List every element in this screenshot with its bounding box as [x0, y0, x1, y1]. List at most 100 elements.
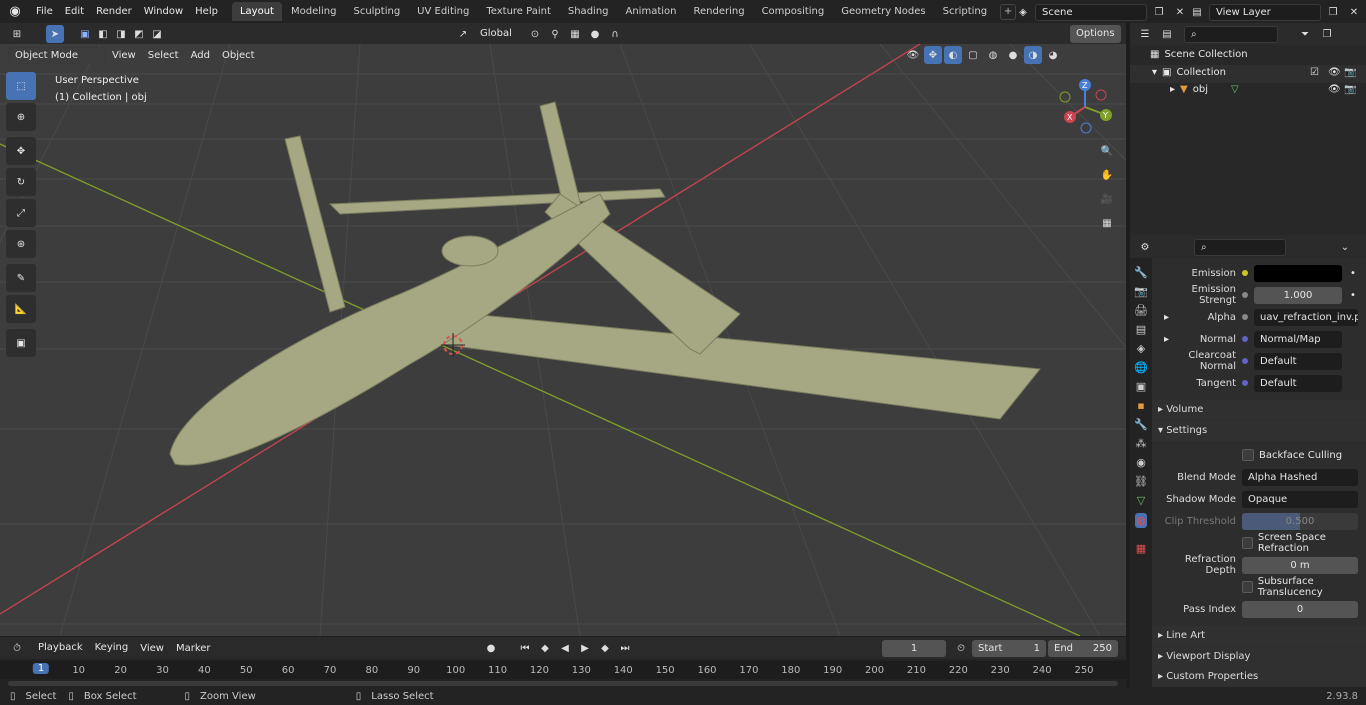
shadow-mode-dropdown[interactable]: Opaque: [1242, 490, 1358, 508]
visibility-icon[interactable]: 👁: [904, 46, 922, 64]
object-visibility-icon[interactable]: 👁: [1328, 84, 1341, 95]
transform-tool-icon[interactable]: ⊛: [6, 230, 36, 258]
move-tool-icon[interactable]: ✥: [6, 137, 36, 165]
particles-tab-icon[interactable]: ⁂: [1136, 437, 1147, 450]
3d-viewport[interactable]: User Perspective (1) Collection | obj Z …: [0, 44, 1126, 636]
view-layer-icon[interactable]: ▤: [1188, 3, 1206, 21]
mode-extend-icon[interactable]: ◧: [94, 25, 112, 43]
snap-target-icon[interactable]: ▦: [566, 25, 584, 43]
object-render-icon[interactable]: 📷: [1344, 84, 1356, 95]
start-frame-field[interactable]: Start 1: [972, 639, 1046, 657]
current-frame-field[interactable]: 1: [882, 639, 946, 657]
filter-icon[interactable]: ⏷: [1296, 25, 1314, 43]
add-cube-tool-icon[interactable]: ▣: [6, 329, 36, 357]
viewport-canvas[interactable]: [0, 44, 1126, 636]
gizmo-icon[interactable]: ✥: [924, 46, 942, 64]
blend-mode-dropdown[interactable]: Alpha Hashed: [1242, 468, 1358, 486]
clip-threshold-slider[interactable]: 0.500: [1242, 512, 1358, 530]
render-tab-icon[interactable]: 📷: [1134, 285, 1148, 298]
outliner-object[interactable]: ▸ ▼ obj ▽: [1170, 84, 1239, 95]
annotate-tool-icon[interactable]: ✎: [6, 264, 36, 292]
collection-render-icon[interactable]: 📷: [1344, 67, 1356, 78]
settings-panel[interactable]: ▾ Settings: [1152, 421, 1366, 441]
marker-menu[interactable]: Marker: [170, 643, 217, 654]
viewport-menu-object[interactable]: Object: [216, 50, 261, 61]
blender-logo-icon[interactable]: ◉: [0, 0, 30, 23]
scene-field[interactable]: Scene: [1035, 3, 1147, 21]
tab-sculpting[interactable]: Sculpting: [345, 2, 408, 21]
prev-keyframe-icon[interactable]: ◆: [536, 639, 554, 657]
next-keyframe-icon[interactable]: ◆: [596, 639, 614, 657]
menu-render[interactable]: Render: [90, 6, 138, 17]
proportional-icon[interactable]: ●: [586, 25, 604, 43]
tab-animation[interactable]: Animation: [618, 2, 685, 21]
tab-layout[interactable]: Layout: [231, 2, 282, 21]
jump-start-icon[interactable]: ⏮: [516, 639, 534, 657]
tab-rendering[interactable]: Rendering: [685, 2, 752, 21]
scale-tool-icon[interactable]: ⤢: [6, 199, 36, 227]
tab-uv-editing[interactable]: UV Editing: [409, 2, 477, 21]
rotate-tool-icon[interactable]: ↻: [6, 168, 36, 196]
ssr-checkbox[interactable]: [1242, 537, 1253, 549]
volume-panel[interactable]: ▸ Volume: [1152, 400, 1366, 420]
physics-tab-icon[interactable]: ◉: [1136, 456, 1146, 469]
playback-menu[interactable]: Playback: [32, 639, 89, 657]
ssr-row[interactable]: Screen Space Refraction: [1152, 532, 1366, 554]
engine-intake[interactable]: [441, 235, 499, 267]
orientation-dropdown[interactable]: Global: [474, 26, 524, 43]
tab-texture-paint[interactable]: Texture Paint: [478, 2, 559, 21]
tab-shading[interactable]: Shading: [560, 2, 617, 21]
refraction-depth-field[interactable]: 0 m: [1242, 556, 1358, 574]
properties-options-icon[interactable]: ⌄: [1336, 238, 1354, 256]
subsurface-checkbox[interactable]: [1242, 581, 1253, 593]
data-tab-icon[interactable]: ▽: [1137, 494, 1145, 507]
view-layer-close-icon[interactable]: ✕: [1345, 3, 1363, 21]
strength-keyframe-icon[interactable]: •: [1350, 290, 1356, 301]
emission-strength-field[interactable]: 1.000: [1254, 286, 1342, 304]
xray-icon[interactable]: ▢: [964, 46, 982, 64]
normal-link-field[interactable]: Normal/Map: [1254, 330, 1342, 348]
custom-properties-panel[interactable]: ▸ Custom Properties: [1152, 667, 1366, 687]
menu-help[interactable]: Help: [189, 6, 224, 17]
view-layer-tab-icon[interactable]: ▤: [1136, 323, 1146, 336]
line-art-panel[interactable]: ▸ Line Art: [1152, 626, 1366, 646]
options-dropdown[interactable]: Options: [1070, 25, 1121, 43]
overlay-icon[interactable]: ◐: [944, 46, 962, 64]
modifier-tab-icon[interactable]: 🔧: [1134, 418, 1148, 431]
horizontal-stabilizer[interactable]: [328, 188, 666, 215]
clearcoat-field[interactable]: Default: [1254, 352, 1342, 370]
scene-copy-icon[interactable]: ❐: [1150, 3, 1168, 21]
mode-intersect-icon[interactable]: ◪: [148, 25, 166, 43]
cursor-tool-icon[interactable]: ⊕: [6, 103, 36, 131]
falloff-icon[interactable]: ∩: [606, 25, 624, 43]
pan-hand-icon[interactable]: ✋: [1098, 166, 1116, 184]
frame-ruler[interactable]: 1 10 20 30 40 50 60 70 80 90 100 110 120 130 140 150 160…: [0, 661, 1126, 679]
object-tab-icon[interactable]: ▪: [1137, 399, 1144, 412]
uav-model[interactable]: [169, 101, 1041, 466]
constraints-tab-icon[interactable]: ⛓: [1134, 475, 1148, 488]
menu-file[interactable]: File: [30, 6, 59, 17]
viewport-menu-add[interactable]: Add: [185, 50, 216, 61]
timeline-scrollbar[interactable]: [8, 681, 1118, 686]
tab-compositing[interactable]: Compositing: [754, 2, 833, 21]
snap-icon[interactable]: ⚲: [546, 25, 564, 43]
editor-type-icon[interactable]: ⊞: [8, 25, 26, 43]
emission-keyframe-icon[interactable]: •: [1350, 268, 1356, 279]
alpha-link-field[interactable]: uav_refraction_inv.p...: [1254, 308, 1358, 326]
properties-editor-icon[interactable]: ⚙: [1136, 238, 1154, 256]
tab-modeling[interactable]: Modeling: [283, 2, 345, 21]
scene-icon[interactable]: ◈: [1014, 3, 1032, 21]
keying-menu[interactable]: Keying: [88, 639, 135, 657]
left-wing[interactable]: [284, 135, 346, 313]
alpha-expand-icon[interactable]: ▸: [1164, 312, 1169, 323]
wireframe-shading-icon[interactable]: ◍: [984, 46, 1002, 64]
backface-row[interactable]: Backface Culling: [1152, 444, 1366, 466]
select-tool-icon[interactable]: ➤: [46, 25, 64, 43]
pivot-icon[interactable]: ⊙: [526, 25, 544, 43]
texture-tab-icon[interactable]: ▦: [1136, 542, 1146, 555]
zoom-icon[interactable]: 🔍: [1098, 142, 1116, 160]
expand-arrow-icon[interactable]: ▸: [1170, 84, 1175, 95]
view-layer-copy-icon[interactable]: ❐: [1324, 3, 1342, 21]
material-shading-icon[interactable]: ◑: [1024, 46, 1042, 64]
collection-tab-icon[interactable]: ▣: [1136, 380, 1146, 393]
